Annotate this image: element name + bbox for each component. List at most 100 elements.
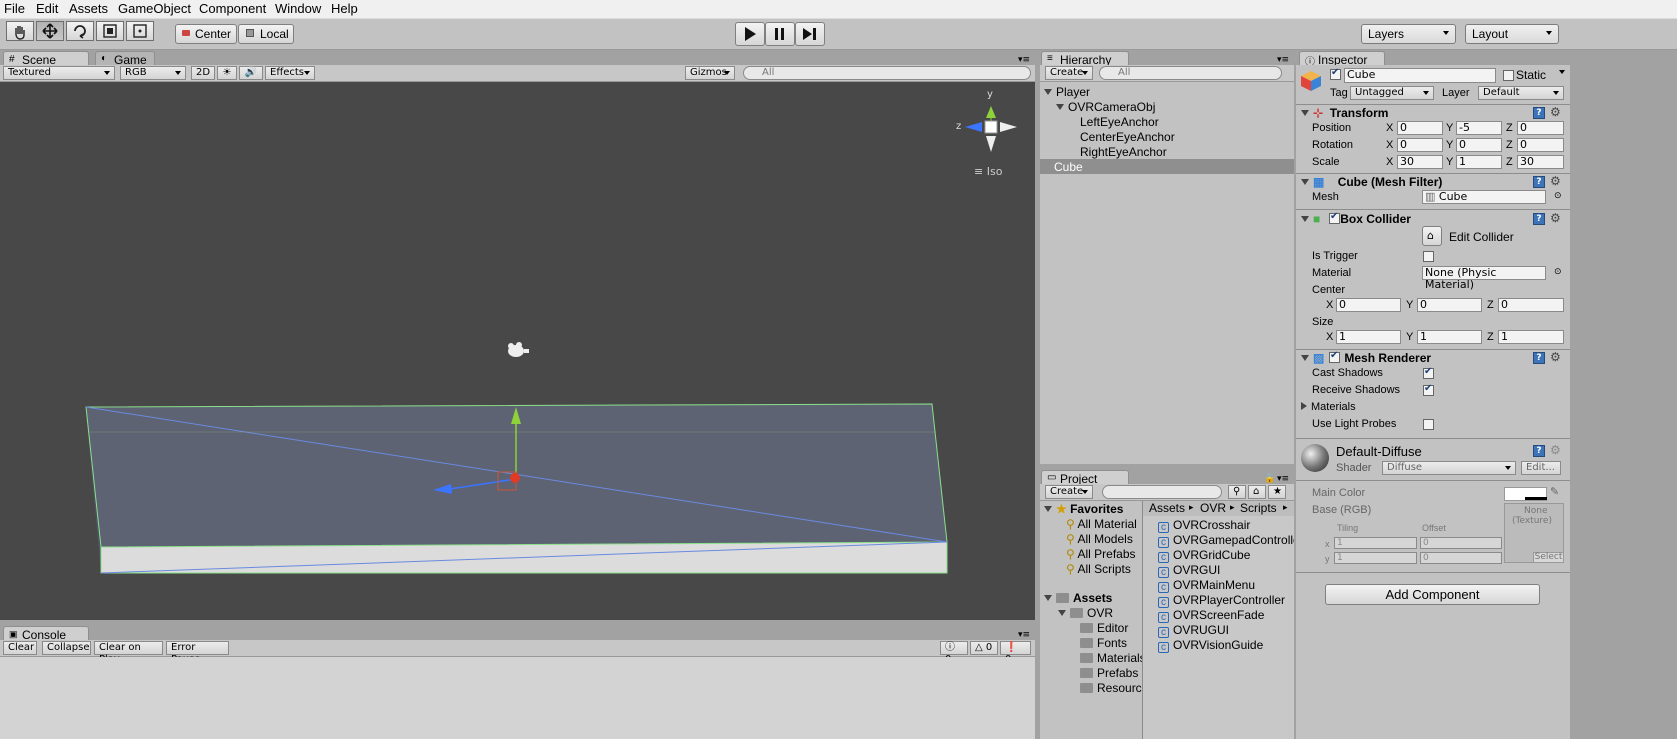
hierarchy-item-lefteyeanchor[interactable]: LeftEyeAnchor xyxy=(1080,115,1159,129)
favorite-all-materials[interactable]: ⚲ All Material xyxy=(1066,517,1137,531)
panel-menu-icon[interactable]: ▾≡ xyxy=(1018,55,1030,65)
error-pause-button[interactable]: Error Pause xyxy=(166,641,229,665)
error-count-toggle[interactable]: ❗ 0 xyxy=(1000,641,1031,665)
warning-count-toggle[interactable]: △ 0 xyxy=(970,641,998,655)
gear-icon[interactable]: ⚙ xyxy=(1550,105,1561,119)
object-picker-icon[interactable]: ⊙ xyxy=(1554,267,1562,277)
hierarchy-item-righteyeanchor[interactable]: RightEyeAnchor xyxy=(1080,145,1167,159)
2d-toggle[interactable]: 2D xyxy=(191,66,215,80)
clear-on-play-button[interactable]: Clear on Play xyxy=(94,641,163,665)
size-x-field[interactable]: 1 xyxy=(1336,330,1401,344)
favorites-header[interactable]: ★ Favorites xyxy=(1044,502,1123,516)
panel-menu-icon[interactable]: ▾≡ xyxy=(1277,474,1289,484)
panel-menu-icon[interactable]: ▾≡ xyxy=(1277,55,1289,65)
mesh-field[interactable]: ▥ Cube xyxy=(1422,190,1546,204)
pivot-center-button[interactable]: Center xyxy=(175,24,237,44)
hierarchy-create-dropdown[interactable]: Create xyxy=(1045,66,1093,80)
rotation-z-field[interactable]: 0 xyxy=(1517,138,1564,152)
gear-icon[interactable]: ⚙ xyxy=(1550,350,1561,364)
menu-window[interactable]: Window xyxy=(275,1,321,16)
layout-dropdown[interactable]: Layout xyxy=(1465,24,1559,44)
size-z-field[interactable]: 1 xyxy=(1498,330,1564,344)
gear-icon[interactable]: ⚙ xyxy=(1550,443,1561,457)
favorite-all-scripts[interactable]: ⚲ All Scripts xyxy=(1066,562,1131,576)
position-x-field[interactable]: 0 xyxy=(1397,121,1443,135)
scale-x-field[interactable]: 30 xyxy=(1397,155,1443,169)
edit-collider-button[interactable]: ⌂ xyxy=(1422,226,1442,246)
clear-button[interactable]: Clear xyxy=(3,641,37,655)
physic-material-field[interactable]: None (Physic Material) xyxy=(1422,266,1546,291)
hierarchy-item-cube[interactable]: Cube xyxy=(1040,159,1294,174)
panel-menu-icon[interactable]: ▾≡ xyxy=(1018,630,1030,640)
static-checkbox[interactable] xyxy=(1503,70,1514,81)
is-trigger-checkbox[interactable] xyxy=(1423,251,1434,262)
active-checkbox[interactable] xyxy=(1330,67,1341,80)
tiling-y-field[interactable]: 1 xyxy=(1334,552,1417,564)
mesh-filter-header[interactable]: ▦ Cube (Mesh Filter) xyxy=(1301,175,1442,189)
effects-dropdown[interactable]: Effects xyxy=(265,66,315,80)
assets-header[interactable]: Assets xyxy=(1044,591,1112,605)
file-ovrmainmenu[interactable]: c OVRMainMenu xyxy=(1158,578,1255,593)
collapse-button[interactable]: Collapse xyxy=(42,641,91,655)
receive-shadows-checkbox[interactable] xyxy=(1423,383,1434,396)
rect-tool-icon[interactable] xyxy=(126,21,154,41)
menu-component[interactable]: Component xyxy=(199,1,266,16)
folder-prefabs[interactable]: Prefabs xyxy=(1080,666,1138,680)
chevron-down-icon[interactable] xyxy=(1559,70,1565,74)
scale-tool-icon[interactable] xyxy=(96,21,124,41)
pause-button[interactable] xyxy=(765,22,795,46)
mesh-renderer-header[interactable]: ▨ Mesh Renderer xyxy=(1301,351,1431,365)
favorite-star-icon[interactable]: ★ xyxy=(1268,485,1286,499)
gizmos-dropdown[interactable]: Gizmos xyxy=(685,66,735,80)
help-icon[interactable]: ? xyxy=(1533,107,1545,119)
play-button[interactable] xyxy=(735,22,765,46)
layer-dropdown[interactable]: Default xyxy=(1478,86,1564,100)
menu-file[interactable]: File xyxy=(4,1,25,16)
scale-y-field[interactable]: 1 xyxy=(1456,155,1502,169)
favorite-all-prefabs[interactable]: ⚲ All Prefabs xyxy=(1066,547,1136,561)
size-y-field[interactable]: 1 xyxy=(1417,330,1482,344)
eyedropper-icon[interactable]: ✎ xyxy=(1550,485,1559,498)
gear-icon[interactable]: ⚙ xyxy=(1550,174,1561,188)
breadcrumb-scripts[interactable]: Scripts xyxy=(1240,501,1277,515)
box-collider-enabled-checkbox[interactable] xyxy=(1329,211,1340,224)
center-y-field[interactable]: 0 xyxy=(1417,298,1482,312)
box-collider-header[interactable]: ■ Box Collider xyxy=(1301,212,1411,226)
hierarchy-item-player[interactable]: Player xyxy=(1044,85,1090,99)
help-icon[interactable]: ? xyxy=(1533,352,1545,364)
favorite-all-models[interactable]: ⚲ All Models xyxy=(1066,532,1133,546)
folder-ovr[interactable]: OVR xyxy=(1058,606,1113,620)
hierarchy-item-ovrcameraobj[interactable]: OVRCameraObj xyxy=(1056,100,1155,114)
transform-header[interactable]: ⊹ Transform xyxy=(1301,106,1388,120)
move-tool-icon[interactable] xyxy=(36,21,64,41)
shading-mode-dropdown[interactable]: Textured xyxy=(3,66,115,80)
menu-assets[interactable]: Assets xyxy=(69,1,108,16)
scale-z-field[interactable]: 30 xyxy=(1517,155,1564,169)
file-ovrgridcube[interactable]: c OVRGridCube xyxy=(1158,548,1250,563)
shader-dropdown[interactable]: Diffuse xyxy=(1382,461,1516,475)
rotation-x-field[interactable]: 0 xyxy=(1397,138,1443,152)
breadcrumb-assets[interactable]: Assets xyxy=(1149,501,1185,515)
scene-search-input[interactable]: All xyxy=(743,66,1031,80)
scene-viewport[interactable]: y z ≡ Iso xyxy=(0,82,1035,620)
hierarchy-item-centereyeanchor[interactable]: CenterEyeAnchor xyxy=(1080,130,1175,144)
file-ovrugui[interactable]: c OVRUGUI xyxy=(1158,623,1229,638)
add-component-button[interactable]: Add Component xyxy=(1325,584,1540,605)
mesh-renderer-enabled-checkbox[interactable] xyxy=(1329,350,1340,363)
texture-slot[interactable]: None (Texture) Select xyxy=(1504,503,1564,563)
file-ovrcrosshair[interactable]: c OVRCrosshair xyxy=(1158,518,1250,533)
position-z-field[interactable]: 0 xyxy=(1517,121,1564,135)
offset-x-field[interactable]: 0 xyxy=(1420,537,1502,549)
folder-fonts[interactable]: Fonts xyxy=(1080,636,1127,650)
render-mode-dropdown[interactable]: RGB xyxy=(120,66,186,80)
object-name-field[interactable]: Cube xyxy=(1344,68,1496,83)
breadcrumb-ovr[interactable]: OVR xyxy=(1200,501,1226,515)
folder-editor[interactable]: Editor xyxy=(1080,621,1128,635)
pivot-local-button[interactable]: Local xyxy=(238,24,294,44)
hand-tool-icon[interactable] xyxy=(6,21,34,41)
sun-icon[interactable]: ☀ xyxy=(217,66,237,80)
file-ovrgamepadcontroller[interactable]: c OVRGamepadControlle xyxy=(1158,533,1294,548)
file-ovrscreenfade[interactable]: c OVRScreenFade xyxy=(1158,608,1264,623)
project-create-dropdown[interactable]: Create xyxy=(1045,485,1093,499)
menu-gameobject[interactable]: GameObject xyxy=(118,1,191,16)
